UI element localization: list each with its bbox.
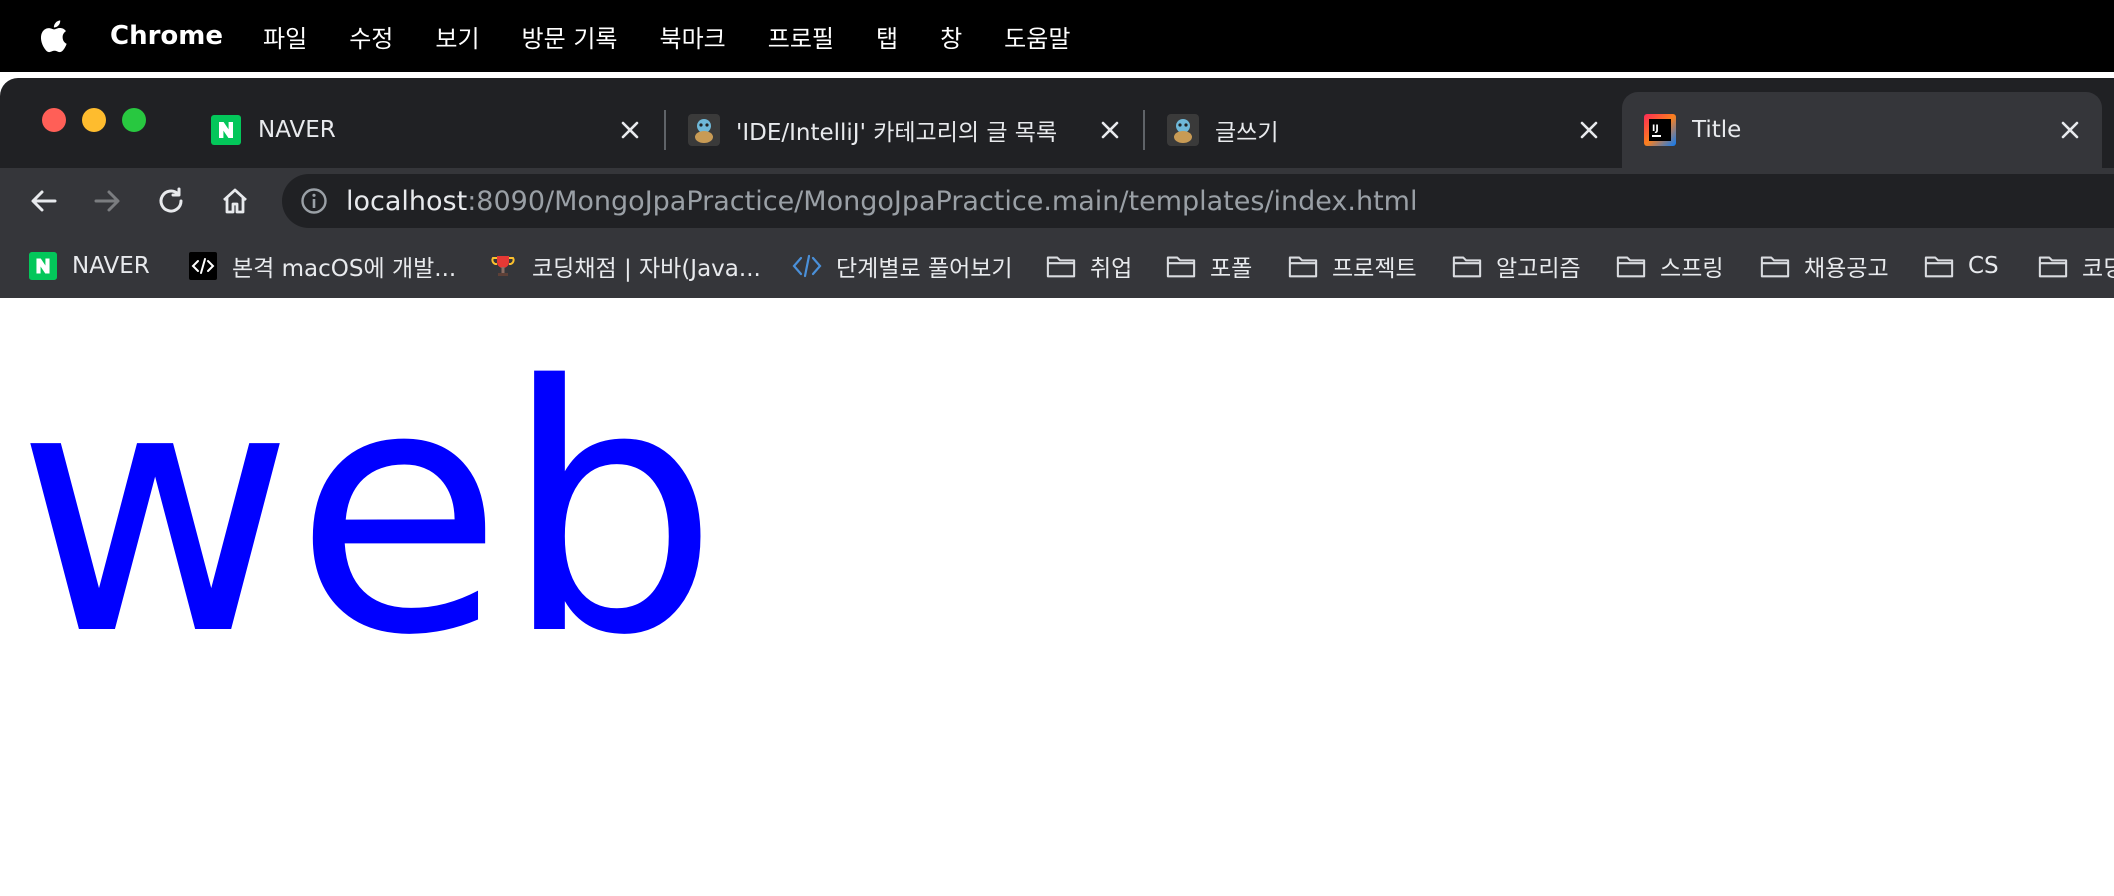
close-window-button[interactable] — [42, 108, 66, 132]
page-content: web — [0, 298, 2114, 896]
url-host: localhost — [346, 185, 468, 217]
bookmark-label: 본격 macOS에 개발... — [232, 256, 457, 282]
naver-n-icon — [28, 251, 58, 281]
address-bar[interactable]: localhost:8090/MongoJpaPractice/MongoJpa… — [282, 174, 2114, 228]
tab-write[interactable]: 글쓰기 — [1145, 92, 1621, 168]
bookmark-naver[interactable]: NAVER — [28, 234, 150, 298]
bookmark-folder-algorithm[interactable]: 알고리즘 — [1452, 234, 1581, 298]
tab-naver[interactable]: NAVER — [188, 92, 662, 168]
bookmark-label: CS — [1968, 253, 1999, 279]
window-controls — [42, 108, 146, 132]
menu-edit[interactable]: 수정 — [349, 19, 393, 54]
bookmark-label: 코딩 — [2082, 256, 2114, 282]
bookmark-label: 포폴 — [1210, 256, 1253, 282]
menu-view[interactable]: 보기 — [435, 19, 479, 54]
bookmark-folder-coding[interactable]: 코딩 — [2038, 234, 2114, 298]
page-heading: web — [16, 314, 720, 710]
folder-icon — [1616, 251, 1646, 281]
macos-menu-bar: Chrome 파일 수정 보기 방문 기록 북마크 프로필 탭 창 도움말 — [0, 0, 2114, 72]
close-tab-icon[interactable] — [2056, 116, 2084, 144]
tab-intellij-category[interactable]: 'IDE/IntelliJ' 카테고리의 글 목록 — [666, 92, 1142, 168]
code-icon — [188, 251, 218, 281]
menu-help[interactable]: 도움말 — [1004, 19, 1070, 54]
tab-strip: NAVER 'IDE/IntelliJ' 카테고리의 글 목록 글쓰기 IJ T… — [0, 78, 2114, 168]
folder-icon — [1924, 251, 1954, 281]
squirtle-favicon-icon — [688, 114, 720, 146]
bookmark-folder-job-posting[interactable]: 채용공고 — [1760, 234, 1889, 298]
folder-icon — [1452, 251, 1482, 281]
bookmark-label: 프로젝트 — [1332, 256, 1417, 282]
apple-logo-icon[interactable] — [38, 18, 72, 54]
bookmarks-bar: NAVER 본격 macOS에 개발... 코딩채점 | 자바(Java... … — [0, 234, 2114, 298]
folder-icon — [1288, 251, 1318, 281]
tab-title: Title — [1692, 117, 1742, 143]
bookmark-label: 취업 — [1090, 256, 1133, 282]
naver-n-icon — [210, 114, 242, 146]
intellij-icon: IJ — [1644, 114, 1676, 146]
bookmark-step-by-step[interactable]: 단계별로 풀어보기 — [792, 234, 1013, 298]
trophy-icon — [488, 251, 518, 281]
forward-arrow-icon[interactable] — [89, 183, 125, 219]
browser-window: NAVER 'IDE/IntelliJ' 카테고리의 글 목록 글쓰기 IJ T… — [0, 78, 2114, 298]
url-path: :8090/MongoJpaPractice/MongoJpaPractice.… — [467, 185, 1418, 217]
bookmark-folder-jobs[interactable]: 취업 — [1046, 234, 1132, 298]
tab-title: NAVER — [258, 117, 336, 143]
menu-file[interactable]: 파일 — [263, 19, 307, 54]
tab-title-active[interactable]: IJ Title — [1622, 92, 2102, 168]
bookmark-label: 코딩채점 | 자바(Java... — [532, 256, 761, 282]
site-info-icon[interactable] — [300, 186, 330, 216]
svg-text:IJ: IJ — [1652, 124, 1659, 134]
bookmark-label: 채용공고 — [1804, 256, 1889, 282]
brackets-icon — [792, 251, 822, 281]
back-arrow-icon[interactable] — [26, 183, 62, 219]
menu-tab[interactable]: 탭 — [876, 19, 898, 54]
url-text: localhost:8090/MongoJpaPractice/MongoJpa… — [346, 186, 1418, 217]
menu-bookmarks[interactable]: 북마크 — [659, 19, 725, 54]
bookmark-folder-cs[interactable]: CS — [1924, 234, 1999, 298]
bookmark-label: 스프링 — [1660, 256, 1724, 282]
close-tab-icon[interactable] — [1575, 116, 1603, 144]
bookmark-folder-project[interactable]: 프로젝트 — [1288, 234, 1417, 298]
bookmark-folder-portfolio[interactable]: 포폴 — [1166, 234, 1252, 298]
zoom-window-button[interactable] — [122, 108, 146, 132]
folder-icon — [1046, 251, 1076, 281]
tab-title: 'IDE/IntelliJ' 카테고리의 글 목록 — [736, 120, 1058, 146]
home-icon[interactable] — [217, 183, 253, 219]
tab-title: 글쓰기 — [1215, 120, 1279, 146]
folder-icon — [2038, 251, 2068, 281]
menu-history[interactable]: 방문 기록 — [522, 19, 618, 54]
minimize-window-button[interactable] — [82, 108, 106, 132]
squirtle-favicon-icon — [1167, 114, 1199, 146]
close-tab-icon[interactable] — [1096, 116, 1124, 144]
bookmark-label: NAVER — [72, 253, 150, 279]
bookmark-label: 알고리즘 — [1496, 256, 1581, 282]
menu-window[interactable]: 창 — [940, 19, 962, 54]
bookmark-folder-spring[interactable]: 스프링 — [1616, 234, 1723, 298]
folder-icon — [1760, 251, 1790, 281]
bookmark-coding-judge[interactable]: 코딩채점 | 자바(Java... — [488, 234, 761, 298]
reload-icon[interactable] — [153, 183, 189, 219]
browser-toolbar: localhost:8090/MongoJpaPractice/MongoJpa… — [0, 168, 2114, 234]
menu-app-name[interactable]: Chrome — [110, 21, 223, 51]
bookmark-label: 단계별로 풀어보기 — [836, 256, 1013, 282]
menu-profiles[interactable]: 프로필 — [768, 19, 834, 54]
close-tab-icon[interactable] — [616, 116, 644, 144]
folder-icon — [1166, 251, 1196, 281]
bookmark-macos-dev[interactable]: 본격 macOS에 개발... — [188, 234, 456, 298]
